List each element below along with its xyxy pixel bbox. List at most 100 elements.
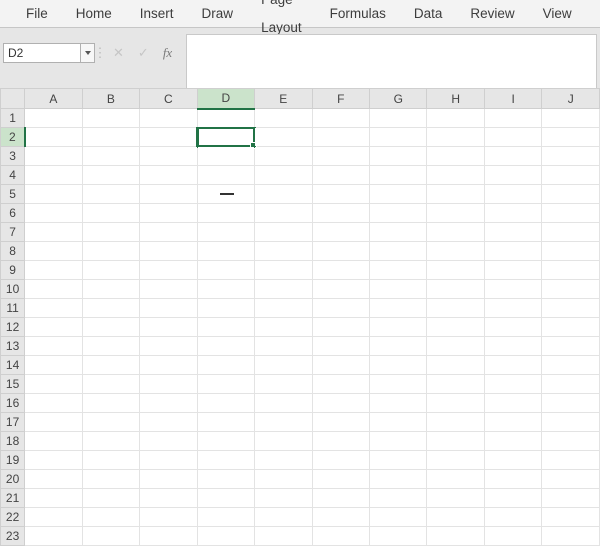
cell-E4[interactable]	[255, 166, 312, 185]
cell-F18[interactable]	[312, 432, 369, 451]
cell-D12[interactable]	[197, 318, 254, 337]
cell-G20[interactable]	[370, 470, 427, 489]
cell-G3[interactable]	[370, 147, 427, 166]
cell-F5[interactable]	[312, 185, 369, 204]
cell-D11[interactable]	[197, 299, 254, 318]
cell-I21[interactable]	[484, 489, 541, 508]
cell-I23[interactable]	[484, 527, 541, 546]
cell-H9[interactable]	[427, 261, 484, 280]
cell-G4[interactable]	[370, 166, 427, 185]
cell-H16[interactable]	[427, 394, 484, 413]
cell-F21[interactable]	[312, 489, 369, 508]
accept-formula-icon[interactable]: ✓	[138, 45, 149, 61]
cell-F6[interactable]	[312, 204, 369, 223]
cell-C6[interactable]	[140, 204, 197, 223]
cell-C10[interactable]	[140, 280, 197, 299]
cell-A18[interactable]	[25, 432, 82, 451]
cell-F16[interactable]	[312, 394, 369, 413]
cell-E1[interactable]	[255, 109, 312, 128]
cell-D9[interactable]	[197, 261, 254, 280]
cell-G11[interactable]	[370, 299, 427, 318]
column-header-C[interactable]: C	[140, 89, 197, 109]
cell-E13[interactable]	[255, 337, 312, 356]
row-header-23[interactable]: 23	[1, 527, 25, 546]
tab-help[interactable]: Help	[586, 0, 600, 28]
cell-J20[interactable]	[542, 470, 600, 489]
cell-J13[interactable]	[542, 337, 600, 356]
cell-E21[interactable]	[255, 489, 312, 508]
cell-F20[interactable]	[312, 470, 369, 489]
cell-G17[interactable]	[370, 413, 427, 432]
cell-J18[interactable]	[542, 432, 600, 451]
cell-B20[interactable]	[82, 470, 139, 489]
cell-B16[interactable]	[82, 394, 139, 413]
cell-C7[interactable]	[140, 223, 197, 242]
cell-E22[interactable]	[255, 508, 312, 527]
cell-E5[interactable]	[255, 185, 312, 204]
cell-C12[interactable]	[140, 318, 197, 337]
cell-B14[interactable]	[82, 356, 139, 375]
cell-E8[interactable]	[255, 242, 312, 261]
cell-D17[interactable]	[197, 413, 254, 432]
cell-B18[interactable]	[82, 432, 139, 451]
cell-D4[interactable]	[197, 166, 254, 185]
cell-E9[interactable]	[255, 261, 312, 280]
cell-G12[interactable]	[370, 318, 427, 337]
cell-F12[interactable]	[312, 318, 369, 337]
cell-F3[interactable]	[312, 147, 369, 166]
cell-I8[interactable]	[484, 242, 541, 261]
cell-F1[interactable]	[312, 109, 369, 128]
tab-formulas[interactable]: Formulas	[316, 0, 400, 28]
cell-J17[interactable]	[542, 413, 600, 432]
cell-I13[interactable]	[484, 337, 541, 356]
cell-G2[interactable]	[370, 128, 427, 147]
cell-E18[interactable]	[255, 432, 312, 451]
cell-C8[interactable]	[140, 242, 197, 261]
cell-C16[interactable]	[140, 394, 197, 413]
cell-C14[interactable]	[140, 356, 197, 375]
cell-C23[interactable]	[140, 527, 197, 546]
cell-A3[interactable]	[25, 147, 82, 166]
cell-J12[interactable]	[542, 318, 600, 337]
cell-A8[interactable]	[25, 242, 82, 261]
cell-I4[interactable]	[484, 166, 541, 185]
cell-I19[interactable]	[484, 451, 541, 470]
column-header-A[interactable]: A	[25, 89, 82, 109]
cell-J5[interactable]	[542, 185, 600, 204]
formula-input[interactable]	[186, 34, 597, 90]
cell-I9[interactable]	[484, 261, 541, 280]
cell-E15[interactable]	[255, 375, 312, 394]
cell-A19[interactable]	[25, 451, 82, 470]
column-header-B[interactable]: B	[82, 89, 139, 109]
cell-D21[interactable]	[197, 489, 254, 508]
cell-H20[interactable]	[427, 470, 484, 489]
cell-B12[interactable]	[82, 318, 139, 337]
row-header-8[interactable]: 8	[1, 242, 25, 261]
cell-J15[interactable]	[542, 375, 600, 394]
row-header-2[interactable]: 2	[1, 128, 25, 147]
cell-H10[interactable]	[427, 280, 484, 299]
cell-H13[interactable]	[427, 337, 484, 356]
cell-E12[interactable]	[255, 318, 312, 337]
row-header-22[interactable]: 22	[1, 508, 25, 527]
row-header-17[interactable]: 17	[1, 413, 25, 432]
cell-E6[interactable]	[255, 204, 312, 223]
cell-F11[interactable]	[312, 299, 369, 318]
cell-I14[interactable]	[484, 356, 541, 375]
cell-I18[interactable]	[484, 432, 541, 451]
cell-A15[interactable]	[25, 375, 82, 394]
tab-review[interactable]: Review	[456, 0, 528, 28]
cell-D14[interactable]	[197, 356, 254, 375]
cell-G22[interactable]	[370, 508, 427, 527]
cell-J7[interactable]	[542, 223, 600, 242]
cell-D6[interactable]	[197, 204, 254, 223]
cell-B17[interactable]	[82, 413, 139, 432]
tab-file[interactable]: File	[12, 0, 62, 28]
cell-E10[interactable]	[255, 280, 312, 299]
cell-A13[interactable]	[25, 337, 82, 356]
cell-B7[interactable]	[82, 223, 139, 242]
column-header-I[interactable]: I	[484, 89, 541, 109]
cell-I10[interactable]	[484, 280, 541, 299]
cell-A4[interactable]	[25, 166, 82, 185]
cell-B5[interactable]	[82, 185, 139, 204]
